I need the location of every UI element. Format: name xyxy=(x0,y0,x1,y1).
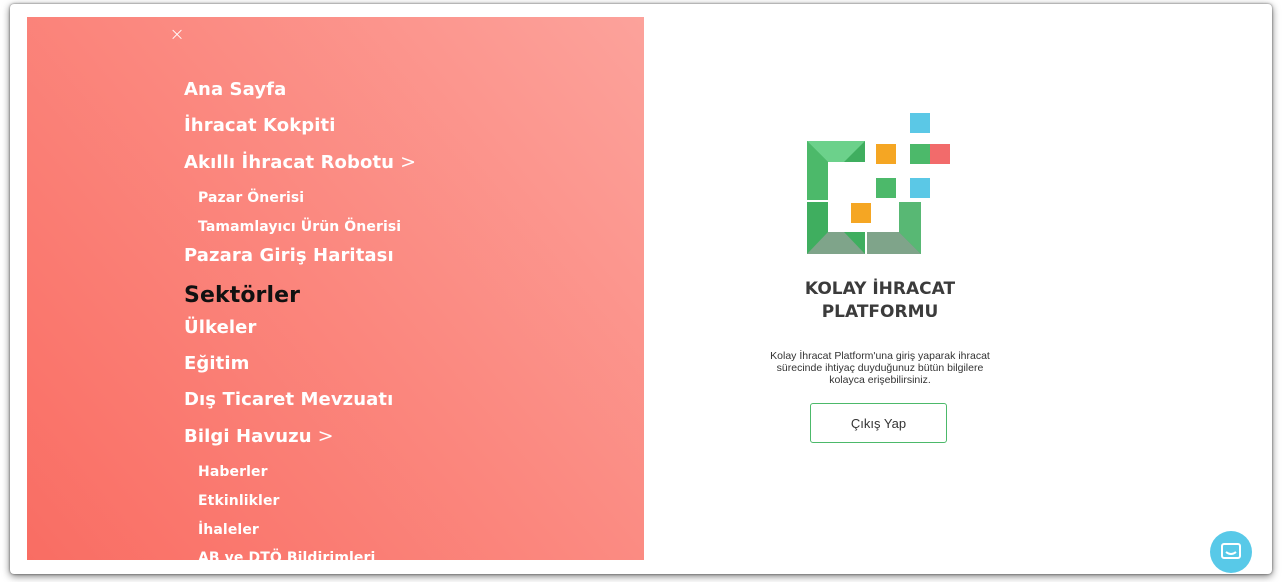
menu-item-egitim[interactable]: Eğitim xyxy=(184,353,249,374)
chevron-right-icon: > xyxy=(400,151,417,173)
chat-icon xyxy=(1221,543,1241,559)
submenu-item-ihaleler[interactable]: İhaleler xyxy=(198,522,259,538)
menu-item-label: İhracat Kokpiti xyxy=(184,115,336,136)
brand-title-line1: KOLAY İHRACAT xyxy=(804,279,956,299)
menu-item-akilli-ihracat-robotu[interactable]: Akıllı İhracat Robotu > xyxy=(184,151,416,173)
menu-item-label: Ülkeler xyxy=(184,317,257,338)
brand-title: KOLAY İHRACAT PLATFORMU xyxy=(770,278,990,324)
menu-item-ulkeler[interactable]: Ülkeler xyxy=(184,317,256,338)
menu-item-ana-sayfa[interactable]: Ana Sayfa xyxy=(184,79,286,100)
menu-item-label: Akıllı İhracat Robotu xyxy=(184,152,395,173)
submenu-item-pazar-onerisi[interactable]: Pazar Önerisi xyxy=(198,190,304,206)
submenu-item-tamamlayici-urun-onerisi[interactable]: Tamamlayıcı Ürün Önerisi xyxy=(198,219,401,235)
brand-title-line2: PLATFORMU xyxy=(821,302,939,322)
kolay-ihracat-logo-icon xyxy=(807,113,950,254)
submenu-item-label: AB ve DTÖ Bildirimleri xyxy=(198,550,376,560)
menu-item-label: Dış Ticaret Mevzuatı xyxy=(184,389,394,410)
menu-item-pazara-giris-haritasi[interactable]: Pazara Giriş Haritası xyxy=(184,245,394,266)
menu-item-sektorler[interactable]: Sektörler xyxy=(184,283,300,308)
brand-description: Kolay İhracat Platform'una giriş yaparak… xyxy=(770,350,990,386)
menu-item-label: Sektörler xyxy=(184,283,301,308)
menu-item-label: Ana Sayfa xyxy=(184,79,287,100)
submenu-item-label: İhaleler xyxy=(198,522,259,538)
logout-button[interactable]: Çıkış Yap xyxy=(810,403,947,443)
browser-frame: × Ana Sayfa İhracat Kokpiti Akıllı İhrac… xyxy=(10,4,1272,574)
menu-item-label: Eğitim xyxy=(184,353,250,374)
menu-item-label: Pazara Giriş Haritası xyxy=(184,245,394,266)
submenu-item-label: Etkinlikler xyxy=(198,493,280,509)
submenu-item-label: Pazar Önerisi xyxy=(198,190,305,206)
submenu-item-label: Tamamlayıcı Ürün Önerisi xyxy=(198,219,402,235)
menu-item-dis-ticaret-mevzuati[interactable]: Dış Ticaret Mevzuatı xyxy=(184,389,393,410)
menu-item-bilgi-havuzu[interactable]: Bilgi Havuzu > xyxy=(184,425,334,447)
close-icon[interactable]: × xyxy=(167,25,187,45)
submenu-item-label: Haberler xyxy=(198,464,268,480)
menu-item-ihracat-kokpiti[interactable]: İhracat Kokpiti xyxy=(184,115,336,136)
submenu-item-ab-dto-bildirimleri[interactable]: AB ve DTÖ Bildirimleri xyxy=(198,550,375,560)
navigation-menu-panel: × Ana Sayfa İhracat Kokpiti Akıllı İhrac… xyxy=(27,17,644,560)
chat-button[interactable] xyxy=(1210,531,1252,573)
submenu-item-haberler[interactable]: Haberler xyxy=(198,464,268,480)
menu-item-label: Bilgi Havuzu xyxy=(184,426,312,447)
submenu-item-etkinlikler[interactable]: Etkinlikler xyxy=(198,493,280,509)
chevron-right-icon: > xyxy=(317,425,334,447)
logout-button-label: Çıkış Yap xyxy=(850,415,907,431)
